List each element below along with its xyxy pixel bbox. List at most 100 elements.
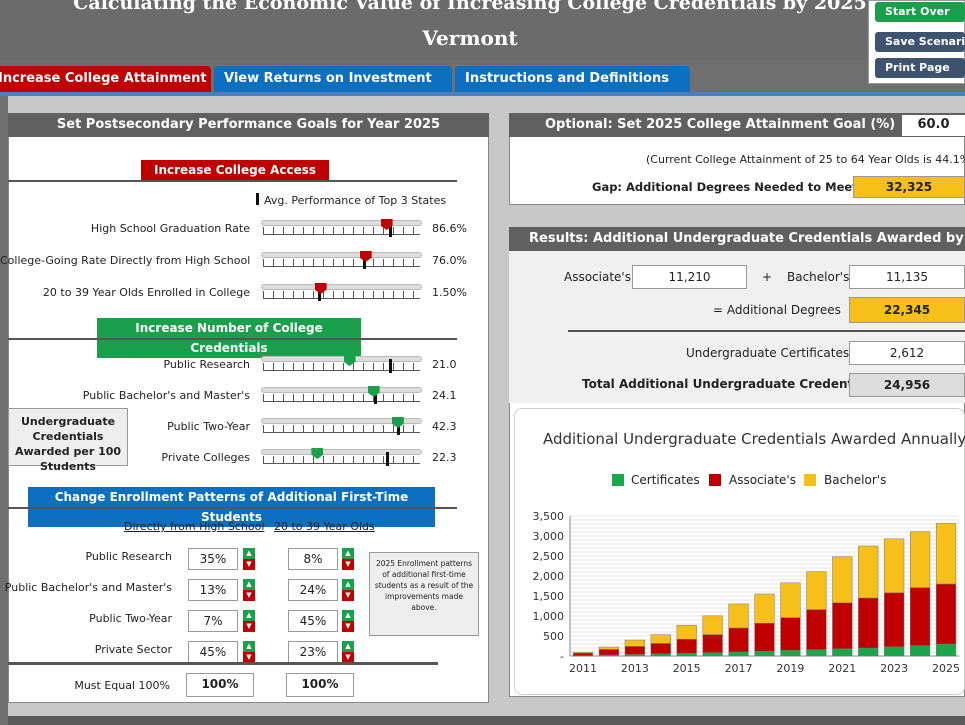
header-bar: Calculating the Economic Value of Increa… [0, 0, 965, 60]
chart-title: Additional Undergraduate Credentials Awa… [543, 430, 965, 448]
tab-instructions[interactable]: Instructions and Definitions [455, 66, 690, 92]
total-credentials-value: 24,956 [849, 373, 965, 397]
goal-slider[interactable] [261, 251, 422, 269]
slider-ticks [263, 363, 420, 371]
bar-segment-associates [806, 609, 827, 650]
bar-segment-certificates [935, 643, 957, 657]
spin-up-icon[interactable]: ▲ [243, 579, 255, 590]
top3-marker-icon [388, 359, 392, 373]
spin-up-icon[interactable]: ▲ [342, 579, 354, 590]
hs-spinner[interactable]: ▲ ▼ [243, 579, 255, 601]
footer-strip [8, 716, 965, 725]
bar-segment-certificates [858, 647, 879, 657]
spin-up-icon[interactable]: ▲ [342, 548, 354, 559]
slider-track [261, 252, 422, 258]
spin-down-icon[interactable]: ▼ [342, 590, 354, 601]
goal-slider[interactable] [261, 386, 422, 404]
enrollment-hs-input[interactable]: 7% [188, 610, 238, 632]
enrollment-hs-input[interactable]: 35% [188, 548, 238, 570]
enrollment-hs-input[interactable]: 45% [188, 641, 238, 663]
goal-slider[interactable] [261, 355, 422, 373]
save-scenario-button[interactable]: Save Scenario [875, 32, 965, 52]
y-tick-label: 3,500 [533, 510, 565, 523]
goal-slider[interactable] [261, 219, 422, 237]
gap-label: Gap: Additional Degrees Needed to Meet [592, 180, 858, 194]
enrollment-hs-input[interactable]: 13% [188, 579, 238, 601]
spin-down-icon[interactable]: ▼ [243, 590, 255, 601]
bar-segment-associates [909, 587, 931, 646]
enrollment-row-label: Public Bachelor's and Master's [4, 581, 172, 594]
results-heading: Results: Additional Undergraduate Creden… [509, 227, 965, 251]
adult-spinner[interactable]: ▲ ▼ [342, 548, 354, 570]
bar-segment-bachelors [572, 652, 594, 654]
spin-up-icon[interactable]: ▲ [342, 641, 354, 652]
bar-segment-certificates [832, 648, 853, 657]
spin-down-icon[interactable]: ▼ [243, 621, 255, 632]
goals-heading: Set Postsecondary Performance Goals for … [8, 113, 489, 137]
goal-slider[interactable] [261, 448, 422, 466]
goal-slider[interactable] [261, 283, 422, 301]
enrollment-adult-input[interactable]: 23% [288, 641, 338, 663]
certificates-label: Undergraduate Certificates [686, 346, 850, 360]
x-tick-label: 2025 [932, 662, 960, 675]
bar-segment-certificates [702, 652, 723, 657]
spin-up-icon[interactable]: ▲ [243, 610, 255, 621]
slider-value: 24.1 [432, 389, 457, 402]
legend-swatch-certificates [612, 474, 624, 486]
enrollment-row-label: Public Two-Year [89, 612, 172, 625]
total-credentials-label: Total Additional Undergraduate Credentia… [582, 377, 877, 391]
y-tick-label: 2,000 [533, 570, 565, 583]
state-name: Vermont [422, 26, 518, 50]
spin-down-icon[interactable]: ▼ [243, 559, 255, 570]
bar-segment-bachelors [598, 646, 620, 650]
spin-up-icon[interactable]: ▲ [243, 641, 255, 652]
attainment-goal-input[interactable]: 60.0 [902, 115, 965, 136]
slider-label: Public Bachelor's and Master's [82, 389, 250, 402]
tab-increase-attainment[interactable]: Increase College Attainment [0, 66, 211, 92]
slider-track [261, 284, 422, 290]
goal-slider[interactable] [261, 417, 422, 435]
slider-value: 76.0% [432, 254, 467, 267]
slider-track [261, 356, 422, 362]
hs-spinner[interactable]: ▲ ▼ [243, 548, 255, 570]
bar-segment-bachelors [858, 545, 879, 599]
enrollment-row-label: Private Sector [94, 643, 172, 656]
enrollment-adult-input[interactable]: 45% [288, 610, 338, 632]
optional-heading: Optional: Set 2025 College Attainment Go… [509, 113, 965, 137]
x-tick-label: 2021 [828, 662, 856, 675]
bar-segment-associates [884, 592, 905, 648]
bar-segment-associates [832, 602, 853, 650]
credentials-bar-chart: - 500 1,000 1,500 2,000 2,500 3,000 3,500 2011 20… [533, 510, 961, 675]
enrollment-row-label: Public Research [85, 550, 172, 563]
spin-up-icon[interactable]: ▲ [342, 610, 354, 621]
start-over-button[interactable]: Start Over [875, 2, 965, 22]
col-direct-hs: Directly from High School [124, 520, 265, 533]
bar-segment-bachelors [935, 522, 957, 585]
bar-segment-certificates [676, 652, 697, 657]
adult-spinner[interactable]: ▲ ▼ [342, 579, 354, 601]
slider-label: High School Graduation Rate [90, 222, 250, 235]
bar-segment-associates [858, 597, 879, 649]
slider-value: 86.6% [432, 222, 467, 235]
plus-sign: + [762, 270, 773, 284]
bar-segment-certificates [884, 646, 905, 657]
enrollment-adult-input[interactable]: 24% [288, 579, 338, 601]
hs-spinner[interactable]: ▲ ▼ [243, 610, 255, 632]
print-page-button[interactable]: Print Page [875, 58, 965, 78]
slider-label: Public Research [163, 358, 250, 371]
bar-segment-bachelors [909, 531, 931, 588]
bachelors-label: Bachelor's [787, 270, 850, 284]
spin-down-icon[interactable]: ▼ [342, 559, 354, 570]
tab-returns-on-investment[interactable]: View Returns on Investment [214, 66, 452, 92]
spin-up-icon[interactable]: ▲ [243, 548, 255, 559]
enrollment-note: 2025 Enrollment patterns of additional f… [369, 552, 479, 636]
spin-down-icon[interactable]: ▼ [342, 621, 354, 632]
adult-spinner[interactable]: ▲ ▼ [342, 610, 354, 632]
hs-spinner[interactable]: ▲ ▼ [243, 641, 255, 663]
enrollment-adult-input[interactable]: 8% [288, 548, 338, 570]
bar-segment-associates [624, 646, 645, 655]
adult-spinner[interactable]: ▲ ▼ [342, 641, 354, 663]
x-tick-label: 2019 [776, 662, 804, 675]
credentials-divider [8, 338, 457, 340]
col-adults: 20 to 39 Year Olds [274, 520, 375, 533]
